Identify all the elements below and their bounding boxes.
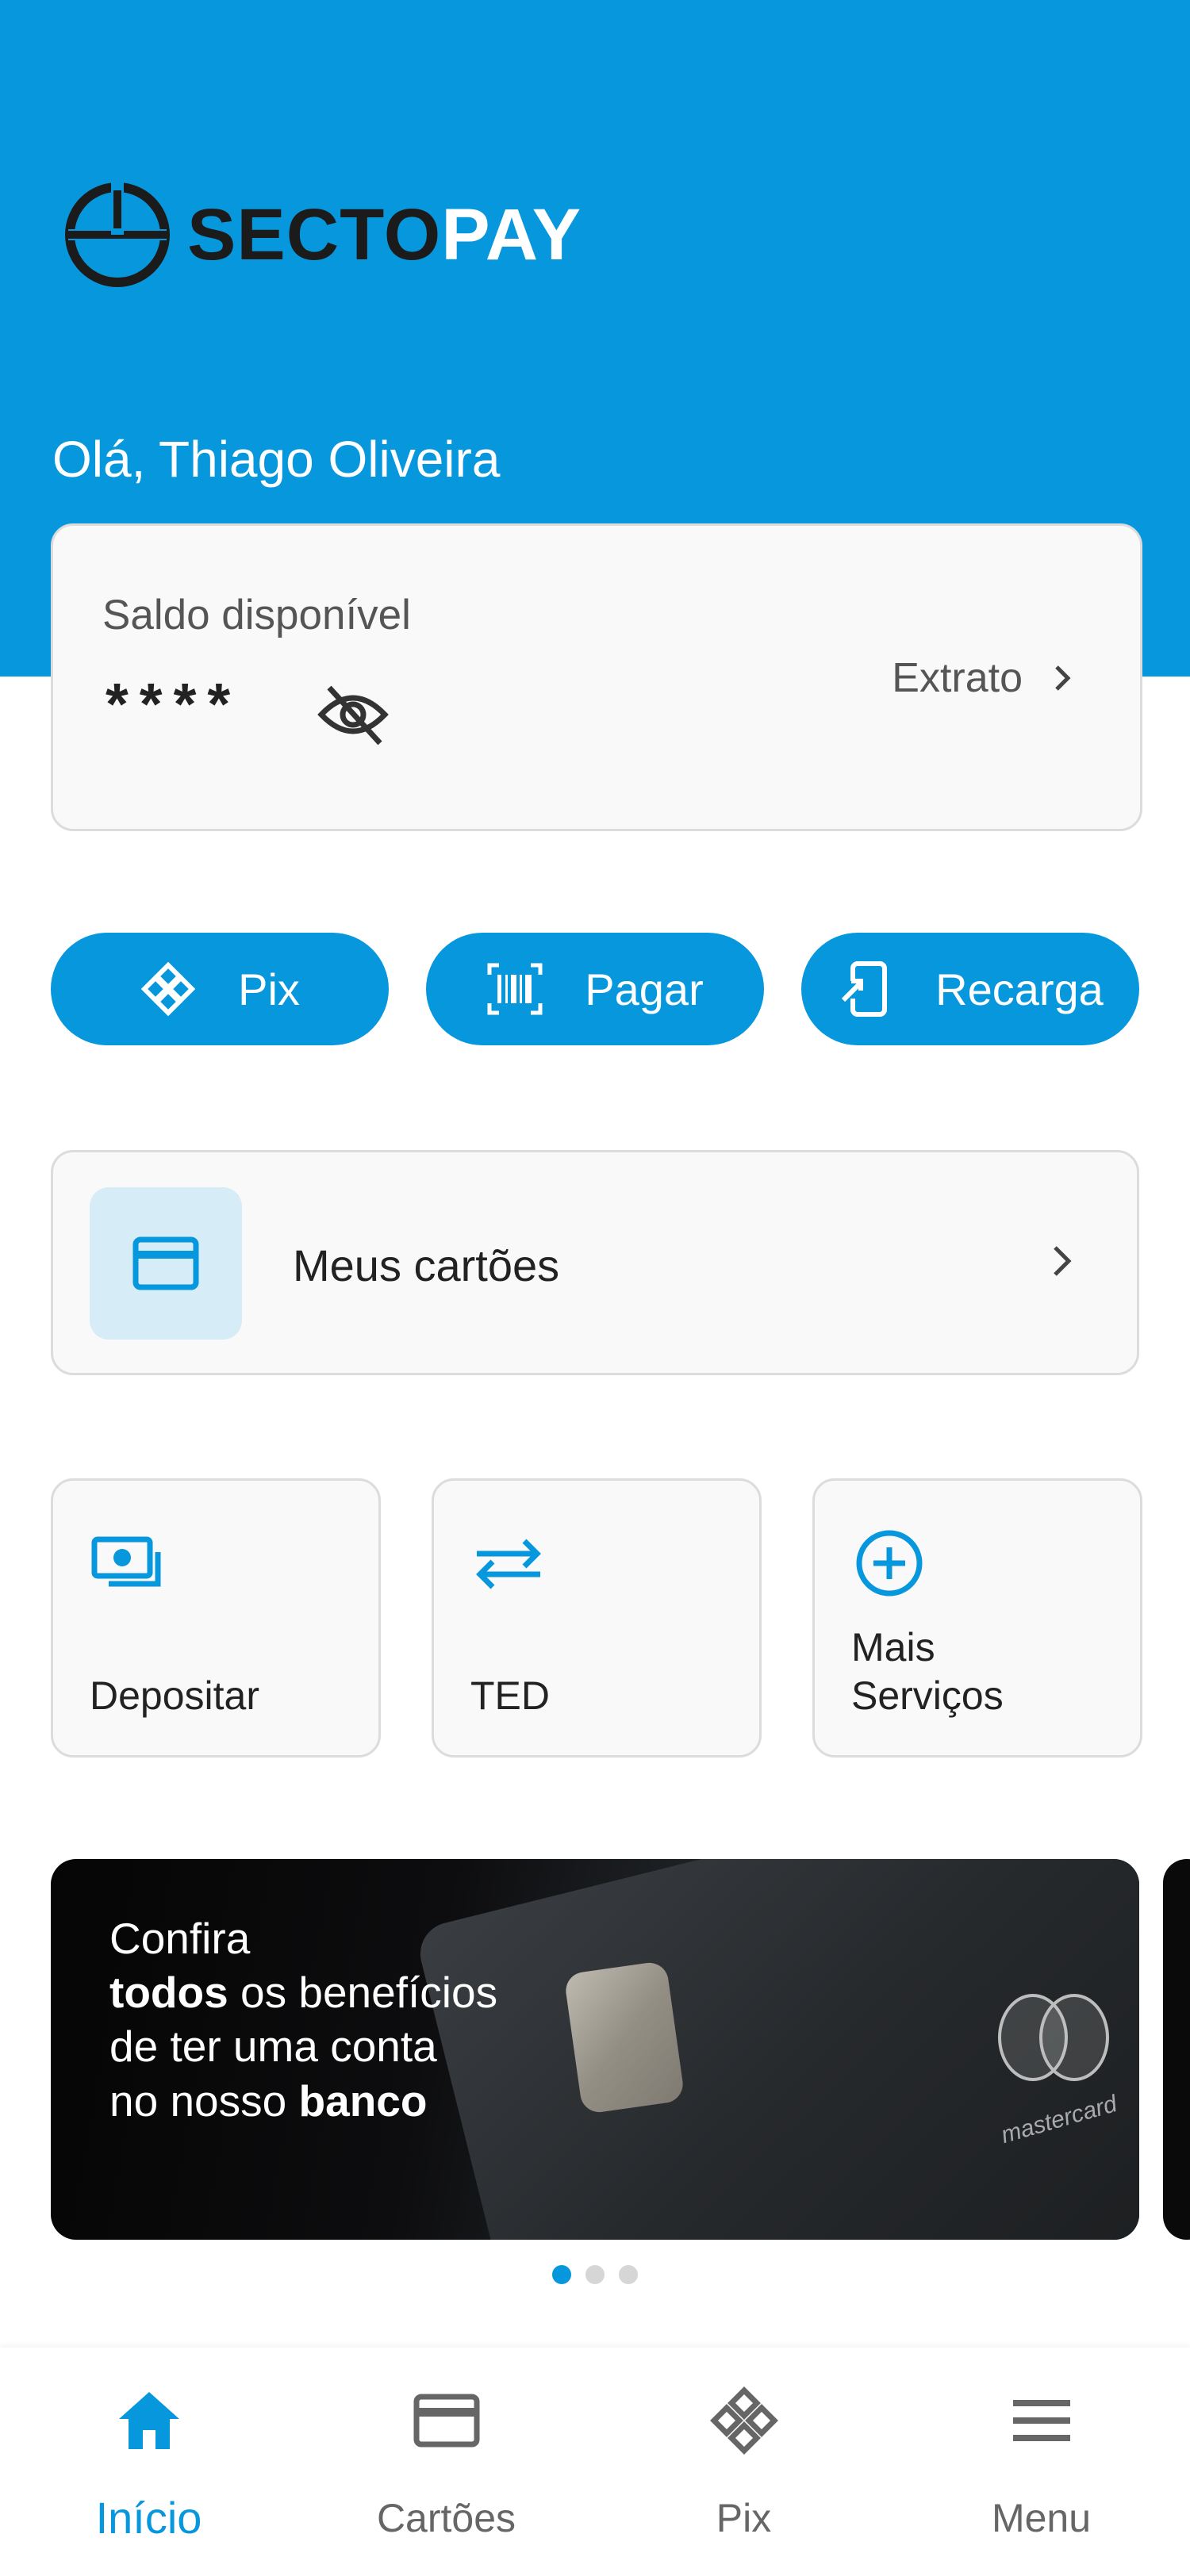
carousel-dot-1[interactable] [552, 2265, 571, 2284]
banner-line-3: de ter uma conta [109, 2022, 437, 2072]
nav-item-menu[interactable]: Menu [892, 2348, 1190, 2576]
logo-text-pay: PAY [441, 194, 582, 275]
more-services-label: Mais Serviços [851, 1625, 1004, 1718]
logo-text-secto: SECTO [187, 194, 442, 275]
banner-text: Confira todos os benefícios de ter uma c… [109, 1911, 497, 2128]
sectopay-logo-icon [65, 182, 170, 287]
phone-recharge-icon [842, 961, 888, 1017]
card-chip [563, 1960, 685, 2115]
more-services-tile[interactable]: Mais Serviços [812, 1478, 1142, 1758]
ted-label: TED [470, 1673, 550, 1718]
home-icon [118, 2392, 179, 2449]
banner-line-4-prefix: no nosso [109, 2076, 299, 2126]
pix-button[interactable]: Pix [51, 933, 389, 1045]
banner-line-4-bold: banco [298, 2076, 428, 2126]
pix-button-label: Pix [238, 964, 300, 1014]
statement-link[interactable]: Extrato [892, 654, 1078, 702]
statement-link-label: Extrato [892, 655, 1023, 701]
promo-banner[interactable]: mastercard Confira todos os benefícios d… [51, 1859, 1139, 2240]
bottom-nav: Início Cartões Pix Menu [0, 2348, 1190, 2576]
chevron-right-icon [1055, 665, 1071, 691]
my-cards-label: Meus cartões [293, 1240, 560, 1290]
nav-item-pix[interactable]: Pix [595, 2348, 892, 2576]
pix-icon [140, 961, 196, 1017]
eye-off-icon[interactable] [317, 683, 390, 746]
pay-button[interactable]: Pagar [426, 933, 764, 1045]
nav-label-pix: Pix [716, 2496, 772, 2540]
carousel-dot-2[interactable] [585, 2265, 605, 2284]
deposit-cash-icon [91, 1536, 161, 1587]
balance-card: Saldo disponível **** Extrato [51, 523, 1142, 831]
deposit-tile[interactable]: Depositar [51, 1478, 381, 1758]
quick-actions: Pix Pagar Recarga [51, 933, 1139, 1045]
recharge-button-label: Recarga [935, 964, 1104, 1014]
barcode-icon [487, 963, 543, 1015]
nav-label-home: Início [95, 2493, 202, 2543]
my-cards-row[interactable]: Meus cartões [51, 1150, 1139, 1375]
banner-line-2-bold: todos [109, 1968, 228, 2018]
banner-line-1: Confira [109, 1914, 251, 1963]
greeting: Olá, Thiago Oliveira [52, 431, 501, 488]
balance-label: Saldo disponível [102, 592, 411, 638]
ted-tile[interactable]: TED [432, 1478, 762, 1758]
mastercard-logo [990, 1994, 1117, 2089]
transfer-arrows-icon [476, 1539, 541, 1589]
nav-item-cards[interactable]: Cartões [298, 2348, 595, 2576]
deposit-label: Depositar [90, 1673, 259, 1718]
logo-wordmark: SECTOPAY [187, 198, 582, 271]
cards-icon-box [90, 1187, 242, 1340]
carousel-dots [552, 2265, 652, 2284]
balance-value: **** [106, 671, 242, 737]
carousel-dot-3[interactable] [619, 2265, 638, 2284]
banner-line-2-rest: os benefícios [228, 1968, 498, 2018]
credit-card-icon [413, 2394, 479, 2448]
pay-button-label: Pagar [585, 964, 704, 1014]
sectopay-logo: SECTOPAY [62, 179, 582, 290]
add-circle-icon [856, 1530, 923, 1597]
credit-card-icon [132, 1236, 199, 1290]
nav-label-menu: Menu [991, 2496, 1092, 2540]
next-banner-peek[interactable] [1163, 1859, 1190, 2240]
nav-item-home[interactable]: Início [0, 2348, 298, 2576]
nav-label-cards: Cartões [376, 2496, 516, 2540]
recharge-button[interactable]: Recarga [801, 933, 1139, 1045]
pix-icon [709, 2386, 778, 2455]
hamburger-menu-icon [1012, 2400, 1070, 2441]
chevron-right-icon [1054, 1246, 1072, 1276]
